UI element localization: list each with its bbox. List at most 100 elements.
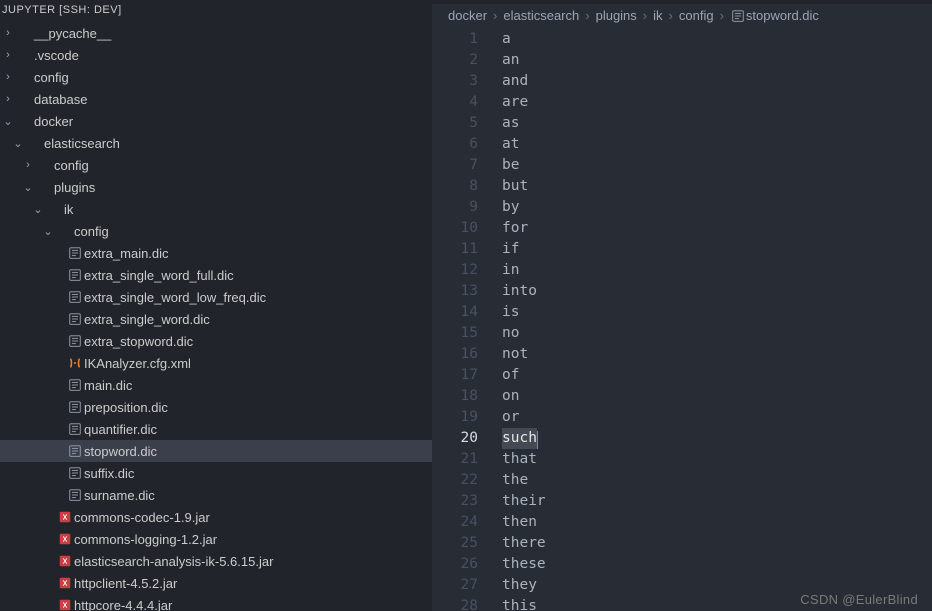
tree-file[interactable]: quantifier.dic: [0, 418, 432, 440]
code-text: of: [502, 365, 519, 386]
code-text: an: [502, 50, 519, 71]
breadcrumb-label: plugins: [596, 8, 637, 23]
tree-item-label: suffix.dic: [84, 466, 134, 481]
breadcrumb-separator-icon: ›: [493, 8, 497, 23]
file-lines-icon: [66, 246, 84, 260]
code-line[interactable]: in: [502, 260, 932, 281]
file-lines-icon: [66, 444, 84, 458]
line-number: 27: [432, 575, 478, 596]
code-line[interactable]: not: [502, 344, 932, 365]
tree-item-label: IKAnalyzer.cfg.xml: [84, 356, 191, 371]
tree-folder[interactable]: ›config: [0, 154, 432, 176]
line-number: 23: [432, 491, 478, 512]
tree-file[interactable]: stopword.dic: [0, 440, 432, 462]
code-lines[interactable]: aanandareasatbebutbyforifinintoisnonotof…: [502, 29, 932, 611]
tree-file[interactable]: suffix.dic: [0, 462, 432, 484]
line-gutter: 1234567891011121314151617181920212223242…: [432, 29, 502, 611]
code-line[interactable]: into: [502, 281, 932, 302]
code-text: their: [502, 491, 546, 512]
code-line[interactable]: their: [502, 491, 932, 512]
editor-pane: docker›elasticsearch›plugins›ik›config›s…: [432, 0, 932, 611]
code-line[interactable]: as: [502, 113, 932, 134]
code-text: that: [502, 449, 537, 470]
code-line[interactable]: by: [502, 197, 932, 218]
code-line[interactable]: that: [502, 449, 932, 470]
breadcrumb[interactable]: docker›elasticsearch›plugins›ik›config›s…: [432, 4, 932, 29]
chevron-icon: ›: [20, 159, 36, 171]
tree-item-label: stopword.dic: [84, 444, 157, 459]
tree-item-label: main.dic: [84, 378, 132, 393]
breadcrumb-item[interactable]: docker: [448, 8, 487, 23]
tree-folder[interactable]: ⌄docker: [0, 110, 432, 132]
chevron-icon: ⌄: [40, 225, 56, 238]
tree-file[interactable]: httpclient-4.5.2.jar: [0, 572, 432, 594]
code-line[interactable]: and: [502, 71, 932, 92]
code-line[interactable]: an: [502, 50, 932, 71]
tree-file[interactable]: commons-logging-1.2.jar: [0, 528, 432, 550]
breadcrumb-item[interactable]: elasticsearch: [503, 8, 579, 23]
tree-file[interactable]: surname.dic: [0, 484, 432, 506]
app: JUPYTER [SSH: DEV] ›__pycache__›.vscode›…: [0, 0, 932, 611]
code-text: are: [502, 92, 528, 113]
code-line[interactable]: are: [502, 92, 932, 113]
tree-folder[interactable]: ›.vscode: [0, 44, 432, 66]
code-line[interactable]: on: [502, 386, 932, 407]
line-number: 14: [432, 302, 478, 323]
code-line[interactable]: for: [502, 218, 932, 239]
tree-file[interactable]: elasticsearch-analysis-ik-5.6.15.jar: [0, 550, 432, 572]
breadcrumb-item[interactable]: plugins: [596, 8, 637, 23]
code-line[interactable]: a: [502, 29, 932, 50]
tree-item-label: commons-logging-1.2.jar: [74, 532, 217, 547]
code-line[interactable]: but: [502, 176, 932, 197]
code-view[interactable]: 1234567891011121314151617181920212223242…: [432, 29, 932, 611]
code-line[interactable]: no: [502, 323, 932, 344]
breadcrumb-separator-icon: ›: [643, 8, 647, 23]
code-line[interactable]: if: [502, 239, 932, 260]
tree-file[interactable]: extra_main.dic: [0, 242, 432, 264]
code-line[interactable]: be: [502, 155, 932, 176]
code-line[interactable]: at: [502, 134, 932, 155]
line-number: 28: [432, 596, 478, 611]
code-line[interactable]: there: [502, 533, 932, 554]
tree-file[interactable]: httpcore-4.4.4.jar: [0, 594, 432, 611]
tree-folder[interactable]: ›__pycache__: [0, 22, 432, 44]
tree-folder[interactable]: ›config: [0, 66, 432, 88]
tree-folder[interactable]: ⌄ik: [0, 198, 432, 220]
code-line[interactable]: of: [502, 365, 932, 386]
tree-folder[interactable]: ⌄plugins: [0, 176, 432, 198]
code-line[interactable]: such: [502, 428, 932, 449]
tree-item-label: extra_single_word.dic: [84, 312, 210, 327]
code-line[interactable]: the: [502, 470, 932, 491]
tree-item-label: .vscode: [34, 48, 79, 63]
tree-item-label: elasticsearch-analysis-ik-5.6.15.jar: [74, 554, 273, 569]
tree-folder[interactable]: ›database: [0, 88, 432, 110]
code-line[interactable]: these: [502, 554, 932, 575]
tree-file[interactable]: extra_single_word.dic: [0, 308, 432, 330]
tree-folder[interactable]: ⌄config: [0, 220, 432, 242]
breadcrumb-item[interactable]: config: [679, 8, 714, 23]
tree-file[interactable]: commons-codec-1.9.jar: [0, 506, 432, 528]
tree-file[interactable]: extra_single_word_full.dic: [0, 264, 432, 286]
code-line[interactable]: is: [502, 302, 932, 323]
chevron-icon: ›: [0, 71, 16, 83]
tree-item-label: extra_main.dic: [84, 246, 169, 261]
breadcrumb-separator-icon: ›: [585, 8, 589, 23]
tree-file[interactable]: main.dic: [0, 374, 432, 396]
tree-file[interactable]: extra_stopword.dic: [0, 330, 432, 352]
file-lines-icon: [66, 400, 84, 414]
tree-file[interactable]: IKAnalyzer.cfg.xml: [0, 352, 432, 374]
line-number: 21: [432, 449, 478, 470]
line-number: 4: [432, 92, 478, 113]
breadcrumb-item[interactable]: stopword.dic: [730, 8, 819, 23]
code-text: be: [502, 155, 519, 176]
code-line[interactable]: then: [502, 512, 932, 533]
tree-item-label: __pycache__: [34, 26, 111, 41]
tree-file[interactable]: extra_single_word_low_freq.dic: [0, 286, 432, 308]
chevron-icon: ⌄: [30, 203, 46, 216]
breadcrumb-item[interactable]: ik: [653, 8, 662, 23]
code-text: into: [502, 281, 537, 302]
file-jar-icon: [56, 576, 74, 590]
tree-file[interactable]: preposition.dic: [0, 396, 432, 418]
code-line[interactable]: or: [502, 407, 932, 428]
tree-folder[interactable]: ⌄elasticsearch: [0, 132, 432, 154]
